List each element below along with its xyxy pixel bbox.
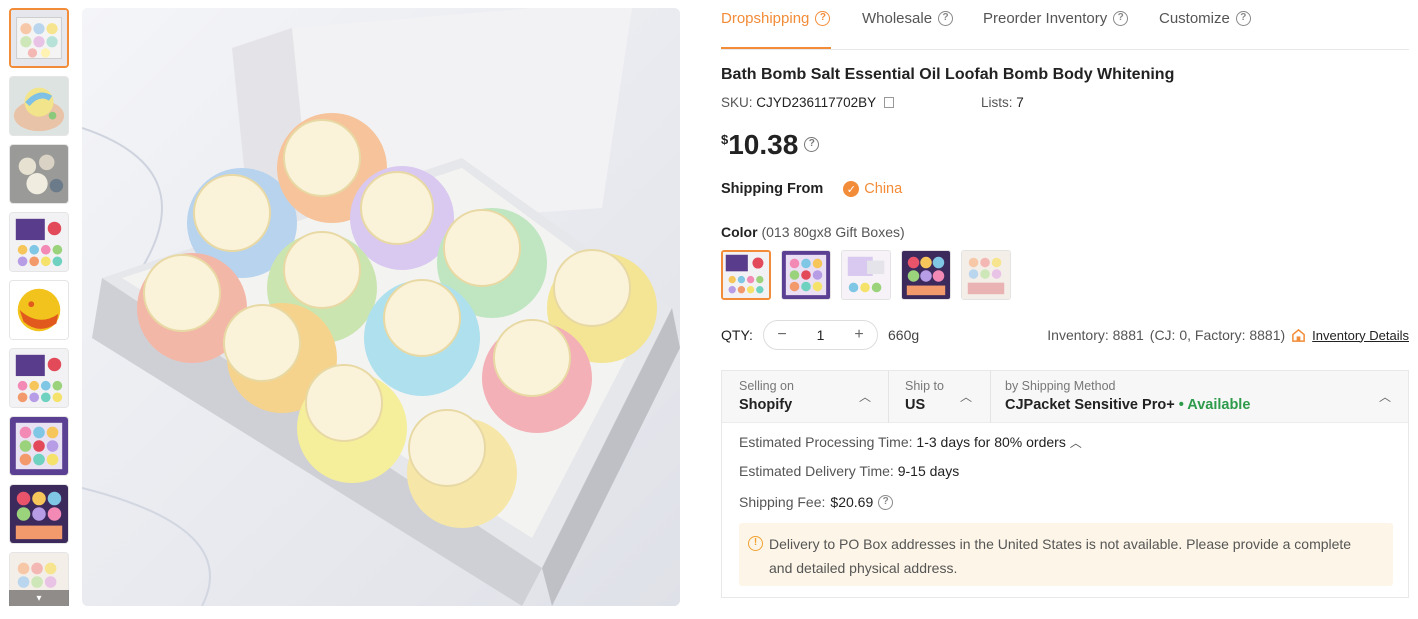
tab-preorder-inventory[interactable]: Preorder Inventory ? [983,10,1129,27]
selling-on-selector[interactable]: Selling on Shopify ︿ [722,371,889,423]
help-circle-icon[interactable]: ? [1235,11,1251,26]
po-box-notice: ! Delivery to PO Box addresses in the Un… [739,523,1393,586]
tab-label: Preorder Inventory [983,10,1108,27]
warehouse-icon [1292,328,1306,342]
chevron-up-icon[interactable]: ︿ [1070,436,1082,450]
thumbnail-5[interactable] [9,280,69,340]
tab-label: Customize [1159,10,1230,27]
thumbnail-list [9,8,69,606]
processing-time-label: Estimated Processing Time: [739,434,913,450]
delivery-time-label: Estimated Delivery Time: [739,463,894,479]
shipping-from-label: Shipping From [721,181,824,197]
shipping-fee-label: Shipping Fee: [739,494,826,510]
ship-to-value: US [905,397,926,413]
delivery-time-row: Estimated Delivery Time: 9-15 days [739,463,959,479]
sku-value: CJYD236117702BY [756,95,876,110]
product-price: $ 10.38 ? [721,128,820,162]
shipping-fee-value: $20.69 [830,494,874,510]
color-swatch-4[interactable] [901,250,951,300]
tab-customize[interactable]: Customize ? [1159,10,1251,27]
quantity-stepper: − 1 + [763,320,878,350]
help-circle-icon[interactable]: ? [815,11,831,26]
check-circle-icon: ✓ [843,181,860,197]
color-swatch-2[interactable] [781,250,831,300]
help-circle-icon[interactable]: ? [804,137,820,152]
copy-icon[interactable] [883,97,894,108]
thumbnail-8[interactable] [9,484,69,544]
notice-line-1: Delivery to PO Box addresses in the Unit… [769,536,1352,552]
shipping-options-header: Selling on Shopify ︿ Ship to US ︿ by Shi… [722,371,1408,423]
thumbnail-1[interactable] [9,8,69,68]
shipping-from: Shipping From ✓ China [721,181,902,197]
chevron-up-icon: ︿ [859,390,872,404]
tab-dropshipping[interactable]: Dropshipping ? [721,10,831,27]
active-tab-indicator [721,47,831,49]
product-title: Bath Bomb Salt Essential Oil Loofah Bomb… [721,66,1175,83]
price-currency: $ [721,132,729,147]
chevron-up-icon: ︿ [960,390,973,404]
help-circle-icon[interactable]: ? [938,11,954,26]
lists-count: Lists: 7 [981,95,1024,110]
lists-label: Lists: [981,95,1013,110]
processing-time-value: 1-3 days for 80% orders [916,434,1066,450]
main-product-image [82,8,680,606]
inventory-breakdown: (CJ: 0, Factory: 8881) [1149,327,1286,343]
color-swatches [721,250,1011,300]
shipping-fee-row: Shipping Fee: $20.69 ? [739,494,894,510]
purchase-mode-tabs: Dropshipping ? Wholesale ? Preorder Inve… [721,0,1409,50]
shipping-method-name: CJPacket Sensitive Pro+ [1005,397,1175,413]
product-weight: 660g [888,327,920,343]
chevron-up-icon: ︿ [1379,390,1392,404]
processing-time-row: Estimated Processing Time: 1-3 days for … [739,434,1082,451]
color-swatch-5[interactable] [961,250,1011,300]
delivery-time-value: 9-15 days [897,463,960,479]
quantity-input[interactable]: 1 [817,327,825,343]
help-circle-icon[interactable]: ? [878,494,894,510]
chevron-down-icon[interactable]: ▾ [9,590,69,606]
availability-status: • Available [1178,397,1251,413]
shipping-from-country[interactable]: China [864,181,902,197]
tab-wholesale[interactable]: Wholesale ? [862,10,954,27]
price-amount: 10.38 [728,129,799,160]
sku-row: SKU: CJYD236117702BY [721,95,894,110]
lists-value: 7 [1016,95,1024,110]
shipping-details-box: Selling on Shopify ︿ Ship to US ︿ by Shi… [721,370,1409,598]
color-swatch-1[interactable] [721,250,771,300]
thumbnail-7[interactable] [9,416,69,476]
inventory-count: Inventory: 8881 [1047,327,1144,343]
increase-button[interactable]: + [851,326,867,344]
ship-to-selector[interactable]: Ship to US ︿ [889,371,991,423]
selling-on-value: Shopify [739,397,793,413]
quantity-row: QTY: − 1 + 660g Inventory: 8881 (CJ: 0, … [721,320,1409,350]
ship-to-label: Ship to [905,379,944,393]
warning-icon: ! [748,536,763,551]
inventory-info: Inventory: 8881 (CJ: 0, Factory: 8881) I… [1047,327,1409,343]
selling-on-label: Selling on [739,379,794,393]
notice-line-2: and detailed physical address. [769,560,958,576]
thumbnail-4[interactable] [9,212,69,272]
color-selector-label: Color (013 80gx8 Gift Boxes) [721,224,905,240]
shipping-method-value: CJPacket Sensitive Pro+ • Available [1005,397,1250,413]
thumbnail-3[interactable] [9,144,69,204]
shipping-method-label: by Shipping Method [1005,379,1116,393]
color-label: Color [721,224,758,240]
thumbnail-6[interactable] [9,348,69,408]
color-selected-value: (013 80gx8 Gift Boxes) [761,224,905,240]
tab-label: Wholesale [862,10,933,27]
quantity-label: QTY: [721,327,753,343]
shipping-method-selector[interactable]: by Shipping Method CJPacket Sensitive Pr… [991,371,1408,423]
sku-label: SKU: [721,95,753,110]
help-circle-icon[interactable]: ? [1113,11,1129,26]
decrease-button[interactable]: − [774,326,790,344]
color-swatch-3[interactable] [841,250,891,300]
inventory-details-link[interactable]: Inventory Details [1312,328,1409,343]
thumbnail-2[interactable] [9,76,69,136]
tab-label: Dropshipping [721,10,810,27]
